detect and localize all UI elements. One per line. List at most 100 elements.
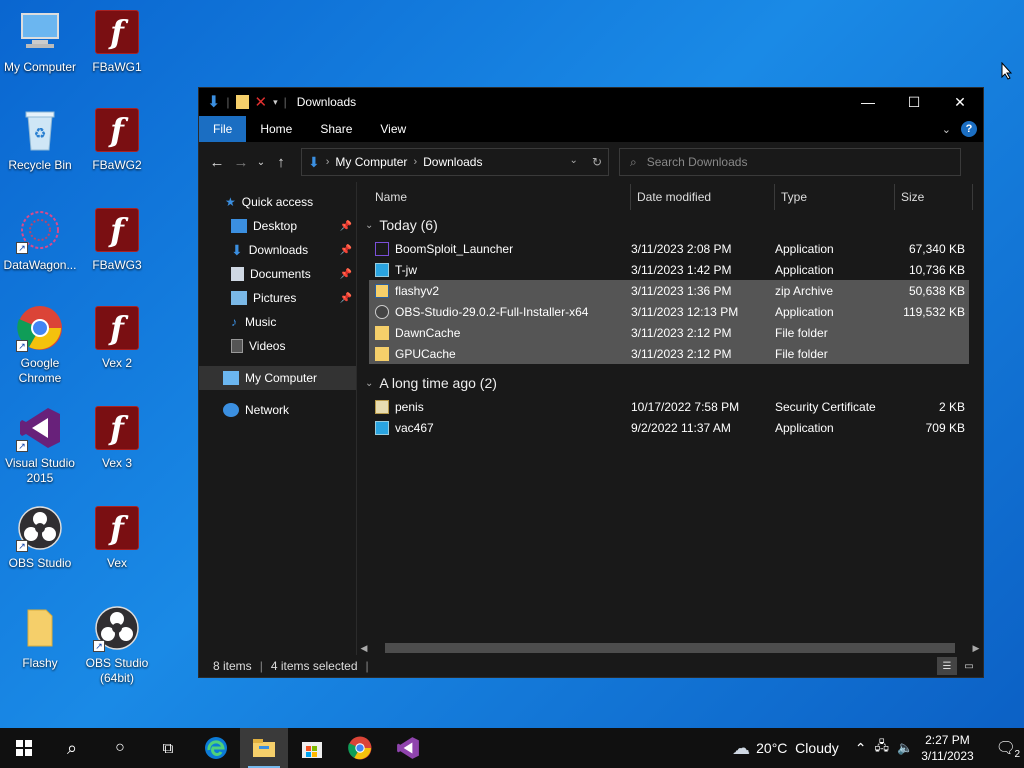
nav-music[interactable]: ♪ Music xyxy=(199,310,356,334)
desktop-icon-datawagon[interactable]: ↗ DataWagon... xyxy=(0,206,80,296)
mouse-cursor-icon xyxy=(1001,62,1013,80)
title-bar[interactable]: ⬇ | ✕ ▾ | Downloads — ☐ ✕ xyxy=(199,88,983,116)
desktop-icon-my-computer[interactable]: My Computer xyxy=(0,8,80,98)
clock[interactable]: 2:27 PM 3/11/2023 xyxy=(921,732,974,764)
desktop-icon-google-chrome[interactable]: ↗ Google Chrome xyxy=(0,304,80,394)
nav-videos[interactable]: Videos xyxy=(199,334,356,358)
search-box[interactable]: ⌕ xyxy=(619,148,961,176)
volume-icon[interactable]: 🔈 xyxy=(897,740,913,756)
tab-file[interactable]: File xyxy=(199,116,247,142)
nav-documents[interactable]: Documents 📌 xyxy=(199,262,356,286)
desktop-icon-vex3[interactable]: f Vex 3 xyxy=(77,404,157,494)
visual-studio-taskbar-button[interactable] xyxy=(384,728,432,768)
group-header-long-ago[interactable]: ⌄ A long time ago (2) xyxy=(357,370,983,396)
breadcrumb-my-computer[interactable]: My Computer xyxy=(335,155,407,169)
edge-taskbar-button[interactable] xyxy=(192,728,240,768)
tab-share[interactable]: Share xyxy=(306,116,366,142)
file-type: File folder xyxy=(775,346,828,361)
details-view-icon[interactable]: ☰ xyxy=(937,657,957,675)
close-button[interactable]: ✕ xyxy=(937,88,983,116)
scroll-right-icon[interactable]: ▶ xyxy=(969,643,983,654)
edge-icon xyxy=(205,737,227,759)
weather-widget[interactable]: ☁ 20°C Cloudy xyxy=(732,738,839,759)
refresh-icon[interactable]: ↻ xyxy=(592,155,602,169)
file-row[interactable]: vac467 9/2/2022 11:37 AM Application 709 KB xyxy=(369,417,969,438)
obs-icon: ↗ xyxy=(16,504,64,552)
notifications-button[interactable]: 🗨 2 xyxy=(996,738,1020,760)
store-taskbar-button[interactable] xyxy=(288,728,336,768)
search-input[interactable] xyxy=(646,155,927,169)
up-button[interactable]: ↑ xyxy=(269,154,293,171)
nav-quick-access[interactable]: ★ Quick access xyxy=(199,190,356,214)
desktop-icon-obs-studio[interactable]: ↗ OBS Studio xyxy=(0,504,80,594)
maximize-button[interactable]: ☐ xyxy=(891,88,937,116)
desktop-icon-vex[interactable]: f Vex xyxy=(77,504,157,594)
file-row[interactable]: OBS-Studio-29.0.2-Full-Installer-x64 3/11… xyxy=(369,301,969,322)
start-button[interactable] xyxy=(0,728,48,768)
nav-downloads[interactable]: ⬇ Downloads 📌 xyxy=(199,238,356,262)
help-icon[interactable]: ? xyxy=(961,121,977,137)
file-row[interactable]: BoomSploit_Launcher 3/11/2023 2:08 PM Appl… xyxy=(369,238,969,259)
customize-toolbar-icon[interactable]: ▾ xyxy=(273,97,278,108)
download-arrow-icon[interactable]: ⬇ xyxy=(207,92,220,112)
new-folder-icon[interactable] xyxy=(235,95,249,109)
file-row[interactable]: penis 10/17/2022 7:58 PM Security Certific… xyxy=(369,396,969,417)
pin-icon: 📌 xyxy=(339,268,352,280)
file-row[interactable]: GPUCache 3/11/2023 2:12 PM File folder xyxy=(369,343,969,364)
desktop-icon-vex2[interactable]: f Vex 2 xyxy=(77,304,157,394)
column-size[interactable]: Size xyxy=(895,183,973,210)
minimize-button[interactable]: — xyxy=(845,88,891,116)
large-icons-view-icon[interactable]: ▭ xyxy=(959,657,979,675)
desktop-icon-fbawg3[interactable]: f FBaWG3 xyxy=(77,206,157,296)
scroll-left-icon[interactable]: ◀ xyxy=(357,643,371,654)
desktop-icon-label: FBaWG1 xyxy=(92,60,142,74)
address-bar[interactable]: ⬇ › My Computer › Downloads ⌄ ↻ xyxy=(301,148,609,176)
column-name[interactable]: Name xyxy=(369,183,631,210)
chrome-icon xyxy=(348,736,372,760)
search-taskbar-button[interactable]: ⌕ xyxy=(48,728,96,768)
desktop-icon-obs-studio-64[interactable]: ↗ OBS Studio (64bit) xyxy=(77,604,157,694)
tab-view[interactable]: View xyxy=(366,116,420,142)
file-row[interactable]: T-jw 3/11/2023 1:42 PM Application 10,736 K… xyxy=(369,259,969,280)
file-type: zip Archive xyxy=(775,283,834,298)
nav-my-computer[interactable]: My Computer xyxy=(199,366,356,390)
nav-network[interactable]: Network xyxy=(199,398,356,422)
task-view-button[interactable]: ⧉ xyxy=(144,728,192,768)
nav-pictures[interactable]: Pictures 📌 xyxy=(199,286,356,310)
desktop-icon-label: OBS Studio xyxy=(8,556,72,570)
downloads-location-icon: ⬇ xyxy=(308,153,320,170)
recent-locations-chevron-icon[interactable]: ⌄ xyxy=(253,157,269,168)
breadcrumb-downloads[interactable]: Downloads xyxy=(423,155,482,169)
file-explorer-icon xyxy=(253,739,275,757)
file-row[interactable]: flashyv2 3/11/2023 1:36 PM zip Archive 50,6… xyxy=(369,280,969,301)
delete-icon[interactable]: ✕ xyxy=(255,93,268,111)
flash-icon: f xyxy=(95,506,139,550)
chrome-icon: ↗ xyxy=(16,304,64,352)
group-header-today[interactable]: ⌄ Today (6) xyxy=(357,212,983,238)
window-title: Downloads xyxy=(296,95,357,109)
nav-desktop[interactable]: Desktop 📌 xyxy=(199,214,356,238)
show-hidden-icons-chevron-icon[interactable]: ⌃ xyxy=(855,740,867,757)
file-date: 3/11/2023 2:08 PM xyxy=(631,241,732,256)
chrome-taskbar-button[interactable] xyxy=(336,728,384,768)
desktop-icon-fbawg1[interactable]: f FBaWG1 xyxy=(77,8,157,98)
forward-button[interactable]: → xyxy=(229,154,253,171)
address-dropdown-icon[interactable]: ⌄ xyxy=(570,155,578,169)
column-date-modified[interactable]: Date modified xyxy=(631,183,775,210)
file-row[interactable]: DawnCache 3/11/2023 2:12 PM File folder xyxy=(369,322,969,343)
column-type[interactable]: Type xyxy=(775,183,895,210)
folder-icon xyxy=(16,604,64,652)
tab-home[interactable]: Home xyxy=(246,116,306,142)
cortana-button[interactable]: ○ xyxy=(96,728,144,768)
network-tray-icon[interactable]: 🖧 xyxy=(875,737,890,759)
desktop-icon-fbawg2[interactable]: f FBaWG2 xyxy=(77,106,157,196)
expand-ribbon-icon[interactable]: ⌄ xyxy=(942,123,951,136)
scroll-thumb[interactable] xyxy=(385,643,955,653)
file-explorer-taskbar-button[interactable] xyxy=(240,728,288,768)
desktop-icon-visual-studio[interactable]: ↗ Visual Studio 2015 xyxy=(0,404,80,494)
file-size: 2 KB xyxy=(938,399,965,414)
explorer-window[interactable]: ⬇ | ✕ ▾ | Downloads — ☐ ✕ File Home Shar… xyxy=(198,87,984,678)
back-button[interactable]: ← xyxy=(205,154,229,171)
desktop-icon-flashy[interactable]: Flashy xyxy=(0,604,80,694)
desktop-icon-recycle-bin[interactable]: ♻ Recycle Bin xyxy=(0,106,80,196)
